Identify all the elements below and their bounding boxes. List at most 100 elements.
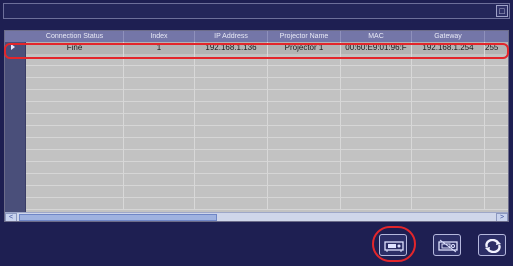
empty-cell [268, 126, 341, 138]
cell-ip-address: 192.168.1.136 [195, 42, 268, 54]
empty-cell [341, 66, 412, 78]
column-header-connection-status[interactable]: Connection Status [26, 31, 124, 42]
cell-gateway: 192.168.1.254 [412, 42, 485, 54]
empty-cell [195, 102, 268, 114]
table-row[interactable] [26, 54, 508, 66]
empty-cell [195, 78, 268, 90]
empty-cell [485, 114, 508, 126]
empty-cell [341, 54, 412, 66]
empty-cell [268, 186, 341, 198]
empty-cell [268, 114, 341, 126]
empty-cell [412, 186, 485, 198]
empty-cell [341, 138, 412, 150]
empty-cell [412, 126, 485, 138]
column-header-mac[interactable]: MAC [341, 31, 412, 42]
empty-cell [412, 114, 485, 126]
empty-cell [268, 198, 341, 210]
cell-mac: 00:60:E9:01:96:F [341, 42, 412, 54]
column-header-projector-name[interactable]: Projector Name [268, 31, 341, 42]
table-row[interactable] [26, 198, 508, 210]
empty-cell [485, 66, 508, 78]
empty-cell [195, 126, 268, 138]
empty-cell [412, 66, 485, 78]
cell-extra: 255 [485, 43, 499, 52]
empty-cell [341, 78, 412, 90]
empty-cell [485, 186, 508, 198]
table-row[interactable] [26, 186, 508, 198]
empty-cell [26, 114, 124, 126]
projector-connect-icon [384, 241, 404, 252]
empty-cell [412, 78, 485, 90]
projector-manager-window: □ Connection Status Index IP Address Pro… [0, 0, 513, 266]
table-row[interactable] [26, 126, 508, 138]
empty-cell [124, 174, 195, 186]
cell-projector-name: Projector 1 [268, 42, 341, 54]
scroll-left-icon[interactable]: < [5, 213, 17, 221]
column-header-ip-address[interactable]: IP Address [195, 31, 268, 42]
column-header-gateway[interactable]: Gateway [412, 31, 485, 42]
title-bar: □ [3, 3, 510, 19]
empty-cell [341, 90, 412, 102]
empty-cell [124, 126, 195, 138]
column-header-index[interactable]: Index [124, 31, 195, 42]
table-row[interactable]: Fine 1 192.168.1.136 Projector 1 00:60:E… [26, 42, 508, 54]
empty-cell [124, 78, 195, 90]
table-row[interactable] [26, 78, 508, 90]
table-row[interactable] [26, 114, 508, 126]
empty-cell [268, 138, 341, 150]
empty-cell [195, 162, 268, 174]
table-header: Connection Status Index IP Address Proje… [5, 31, 508, 42]
empty-cell [26, 162, 124, 174]
empty-cell [124, 138, 195, 150]
current-row-arrow-icon [11, 44, 15, 50]
empty-cell [412, 54, 485, 66]
table-row[interactable] [26, 138, 508, 150]
scroll-right-icon[interactable]: > [496, 213, 508, 221]
empty-cell [124, 54, 195, 66]
table-row[interactable] [26, 66, 508, 78]
restore-icon[interactable]: □ [496, 5, 508, 17]
empty-cell [485, 54, 508, 66]
table-row[interactable] [26, 174, 508, 186]
empty-cell [412, 198, 485, 210]
empty-cell [268, 102, 341, 114]
empty-cell [268, 66, 341, 78]
empty-cell [268, 162, 341, 174]
empty-cell [195, 90, 268, 102]
empty-cell [124, 186, 195, 198]
empty-cell [341, 174, 412, 186]
empty-cell [341, 198, 412, 210]
column-header-extra[interactable] [485, 31, 508, 42]
empty-cell [124, 162, 195, 174]
scroll-thumb[interactable] [19, 214, 217, 221]
empty-cell [485, 90, 508, 102]
table-row[interactable] [26, 150, 508, 162]
empty-cell [485, 174, 508, 186]
table-row[interactable] [26, 102, 508, 114]
empty-cell [485, 162, 508, 174]
projector-disconnect-icon [438, 239, 458, 253]
refresh-icon [485, 239, 501, 253]
table-row[interactable] [26, 90, 508, 102]
empty-cell [485, 78, 508, 90]
projector-table: Connection Status Index IP Address Proje… [4, 30, 509, 222]
empty-cell [195, 138, 268, 150]
empty-cell [195, 198, 268, 210]
refresh-button[interactable] [478, 234, 506, 256]
empty-cell [195, 66, 268, 78]
projector-connect-button[interactable] [379, 234, 407, 256]
empty-cell [341, 102, 412, 114]
empty-cell [268, 150, 341, 162]
empty-cell [412, 162, 485, 174]
empty-cell [412, 138, 485, 150]
empty-cell [26, 54, 124, 66]
empty-cell [26, 126, 124, 138]
empty-cell [412, 102, 485, 114]
empty-cell [26, 78, 124, 90]
table-row[interactable] [26, 162, 508, 174]
empty-cell [485, 102, 508, 114]
empty-cell [268, 54, 341, 66]
empty-cell [124, 198, 195, 210]
projector-disconnect-button[interactable] [433, 234, 461, 256]
horizontal-scrollbar[interactable]: < > [5, 212, 508, 221]
